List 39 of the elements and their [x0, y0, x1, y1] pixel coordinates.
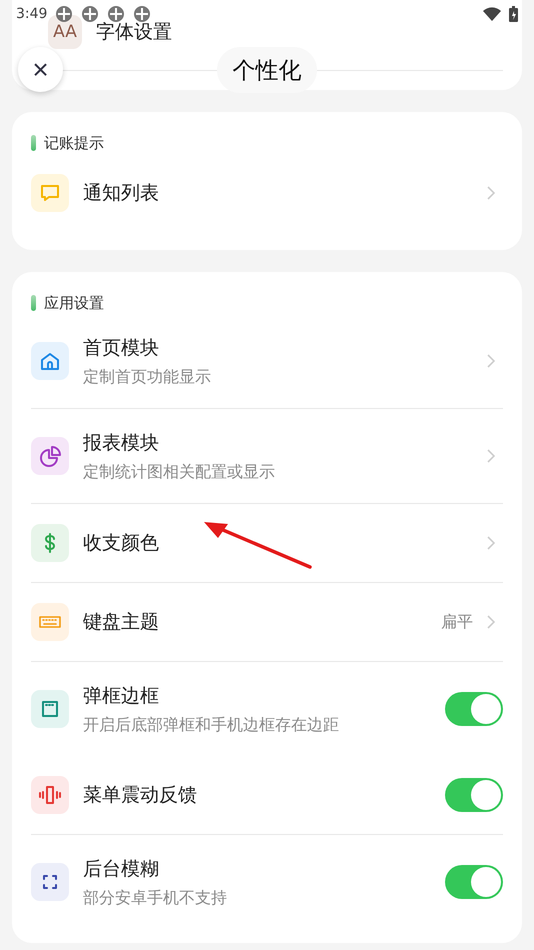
page-title: 个性化: [217, 47, 317, 93]
font-size-icon: AA: [48, 15, 82, 49]
pie-icon: [31, 437, 69, 475]
toggle-switch[interactable]: [445, 692, 503, 726]
frame-icon: [31, 690, 69, 728]
chevron-icon: [487, 186, 495, 200]
home-icon: [31, 342, 69, 380]
toggle-switch[interactable]: [445, 865, 503, 899]
row-description: 定制首页功能显示: [83, 366, 212, 388]
row-description: 开启后底部弹框和手机边框存在边距: [83, 714, 340, 736]
chevron-icon: [487, 536, 495, 550]
expand-icon: [31, 863, 69, 901]
vibrate-icon: [31, 776, 69, 814]
wifi-icon: [483, 7, 501, 21]
row-label: 菜单震动反馈: [83, 783, 198, 808]
section-marker: [31, 295, 36, 311]
row-label[interactable]: 收支颜色: [83, 530, 473, 556]
toggle-switch[interactable]: [445, 778, 503, 812]
keyboard-icon: [31, 603, 69, 641]
row-label[interactable]: 首页模块: [83, 334, 473, 360]
row-label[interactable]: 键盘主题: [83, 609, 427, 635]
row-description: 定制统计图相关配置或显示: [83, 462, 276, 482]
section-title: 应用设置: [44, 294, 104, 312]
chevron-icon: [487, 449, 495, 463]
chevron-icon: [487, 615, 495, 629]
dollar-icon: [31, 524, 69, 562]
row-label: 弹框边框: [83, 684, 160, 708]
row-label: 后台模糊: [83, 856, 160, 882]
section-title: 记账提示: [44, 134, 104, 152]
battery-icon: [509, 6, 518, 22]
current-value: 扁平: [441, 612, 473, 632]
bell-icon: [31, 174, 69, 212]
row-label[interactable]: 通知列表: [83, 180, 473, 206]
row-label[interactable]: 字体设置: [96, 19, 172, 45]
section-marker: [31, 135, 36, 151]
row-label[interactable]: 报表模块: [83, 430, 473, 456]
chevron-icon: [487, 354, 495, 368]
row-description: 部分安卓手机不支持: [83, 888, 228, 908]
status-time: 3:49: [16, 6, 48, 22]
